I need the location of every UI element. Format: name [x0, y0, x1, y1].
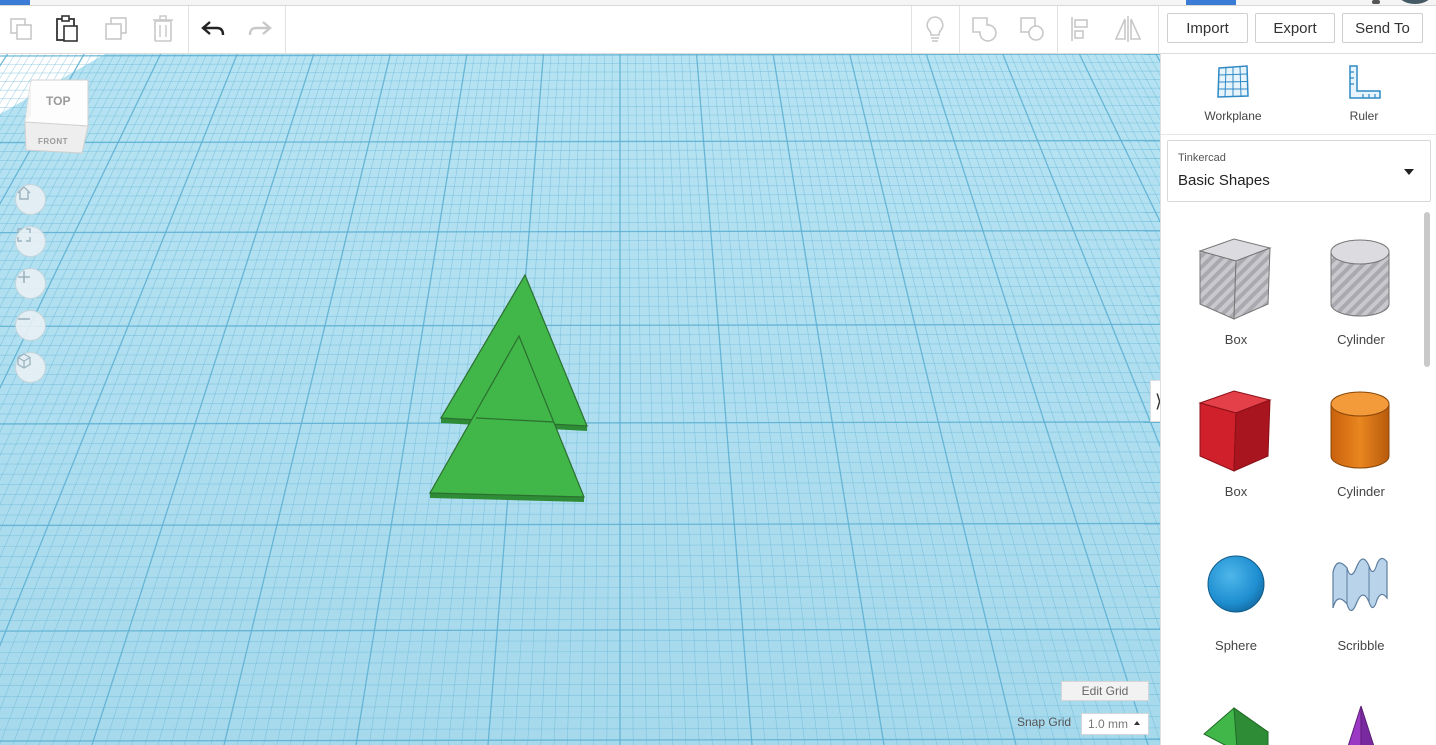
export-button[interactable]: Export — [1255, 13, 1335, 43]
shape-pyramid-partial[interactable] — [1301, 702, 1421, 745]
shape-label: Cylinder — [1337, 332, 1385, 347]
roof-icon — [1203, 706, 1269, 745]
box-hole-icon — [1198, 238, 1272, 320]
workplane-viewport[interactable]: TOP FRONT — [0, 54, 1160, 745]
undo-icon[interactable] — [196, 12, 230, 46]
scribble-icon — [1332, 557, 1388, 612]
chevron-down-icon — [1404, 169, 1414, 175]
caret-up-icon — [1134, 721, 1140, 725]
align-icon[interactable] — [1064, 12, 1098, 46]
ungroup-icon[interactable] — [1015, 12, 1049, 46]
workplane-icon — [1217, 65, 1249, 98]
library-category: Tinkercad — [1178, 152, 1226, 164]
shape-label: Box — [1224, 332, 1248, 347]
shape-scribble[interactable]: Scribble — [1301, 542, 1421, 653]
view-cube-top-label: TOP — [46, 94, 71, 108]
fit-view-icon[interactable] — [15, 226, 46, 257]
copy-icon[interactable] — [4, 12, 38, 46]
workplane-label: Workplane — [1204, 109, 1262, 123]
cylinder-hole-icon — [1330, 239, 1390, 317]
perspective-icon[interactable] — [15, 352, 46, 383]
snap-grid-select[interactable]: 1.0 mm — [1081, 713, 1149, 735]
zoom-out-icon[interactable] — [15, 310, 46, 341]
lightbulb-icon[interactable] — [918, 12, 952, 46]
shape-label: Box — [1224, 484, 1248, 499]
view-cube[interactable]: TOP FRONT — [22, 76, 92, 156]
avatar[interactable] — [1397, 0, 1433, 4]
trash-icon[interactable] — [146, 12, 180, 46]
main-toolbar: Import Export Send To — [0, 6, 1436, 54]
zoom-in-icon[interactable] — [15, 268, 46, 299]
shapes-grid: Box Cylinder Box Cylinder Sphere Scribbl… — [1161, 212, 1436, 745]
library-name: Basic Shapes — [1178, 172, 1270, 189]
shape-cylinder[interactable]: Cylinder — [1301, 388, 1421, 499]
send-to-button[interactable]: Send To — [1342, 13, 1423, 43]
snap-grid-value: 1.0 mm — [1088, 717, 1129, 731]
shape-sphere[interactable]: Sphere — [1176, 542, 1296, 653]
workplane-grid[interactable] — [0, 54, 1160, 745]
group-icon[interactable] — [967, 12, 1001, 46]
ruler-label: Ruler — [1349, 109, 1379, 123]
ruler-button[interactable]: Ruler — [1314, 64, 1414, 123]
notification-marker — [1372, 0, 1380, 4]
pyramid-icon — [1347, 705, 1375, 745]
edit-grid-button[interactable]: Edit Grid — [1061, 681, 1149, 701]
workplane-ruler-bar: Workplane Ruler — [1161, 54, 1436, 135]
shape-label: Cylinder — [1337, 484, 1385, 499]
shape-box[interactable]: Box — [1176, 388, 1296, 499]
view-cube-front-label: FRONT — [38, 137, 69, 146]
redo-icon[interactable] — [243, 12, 277, 46]
sphere-icon — [1207, 555, 1265, 613]
import-button[interactable]: Import — [1167, 13, 1248, 43]
cylinder-icon — [1330, 391, 1390, 469]
shape-cylinder-hole[interactable]: Cylinder — [1301, 236, 1421, 347]
paste-icon[interactable] — [50, 12, 84, 46]
ruler-icon — [1349, 65, 1381, 99]
shape-label: Sphere — [1215, 638, 1257, 653]
shapes-panel: Workplane Ruler Tinkercad Basic Shapes B… — [1160, 54, 1436, 745]
app-tab-indicator — [0, 0, 30, 5]
home-icon[interactable] — [15, 184, 46, 215]
shape-label: Scribble — [1337, 638, 1385, 653]
duplicate-icon[interactable] — [99, 12, 133, 46]
snap-grid-label: Snap Grid — [1017, 715, 1072, 729]
box-icon — [1198, 390, 1272, 472]
shape-library-select[interactable]: Tinkercad Basic Shapes — [1167, 140, 1431, 202]
workplane-button[interactable]: Workplane — [1183, 64, 1283, 123]
mirror-icon[interactable] — [1111, 12, 1145, 46]
active-tab-indicator — [1186, 0, 1236, 5]
shape-roof-partial[interactable] — [1176, 702, 1296, 745]
shape-box-hole[interactable]: Box — [1176, 236, 1296, 347]
